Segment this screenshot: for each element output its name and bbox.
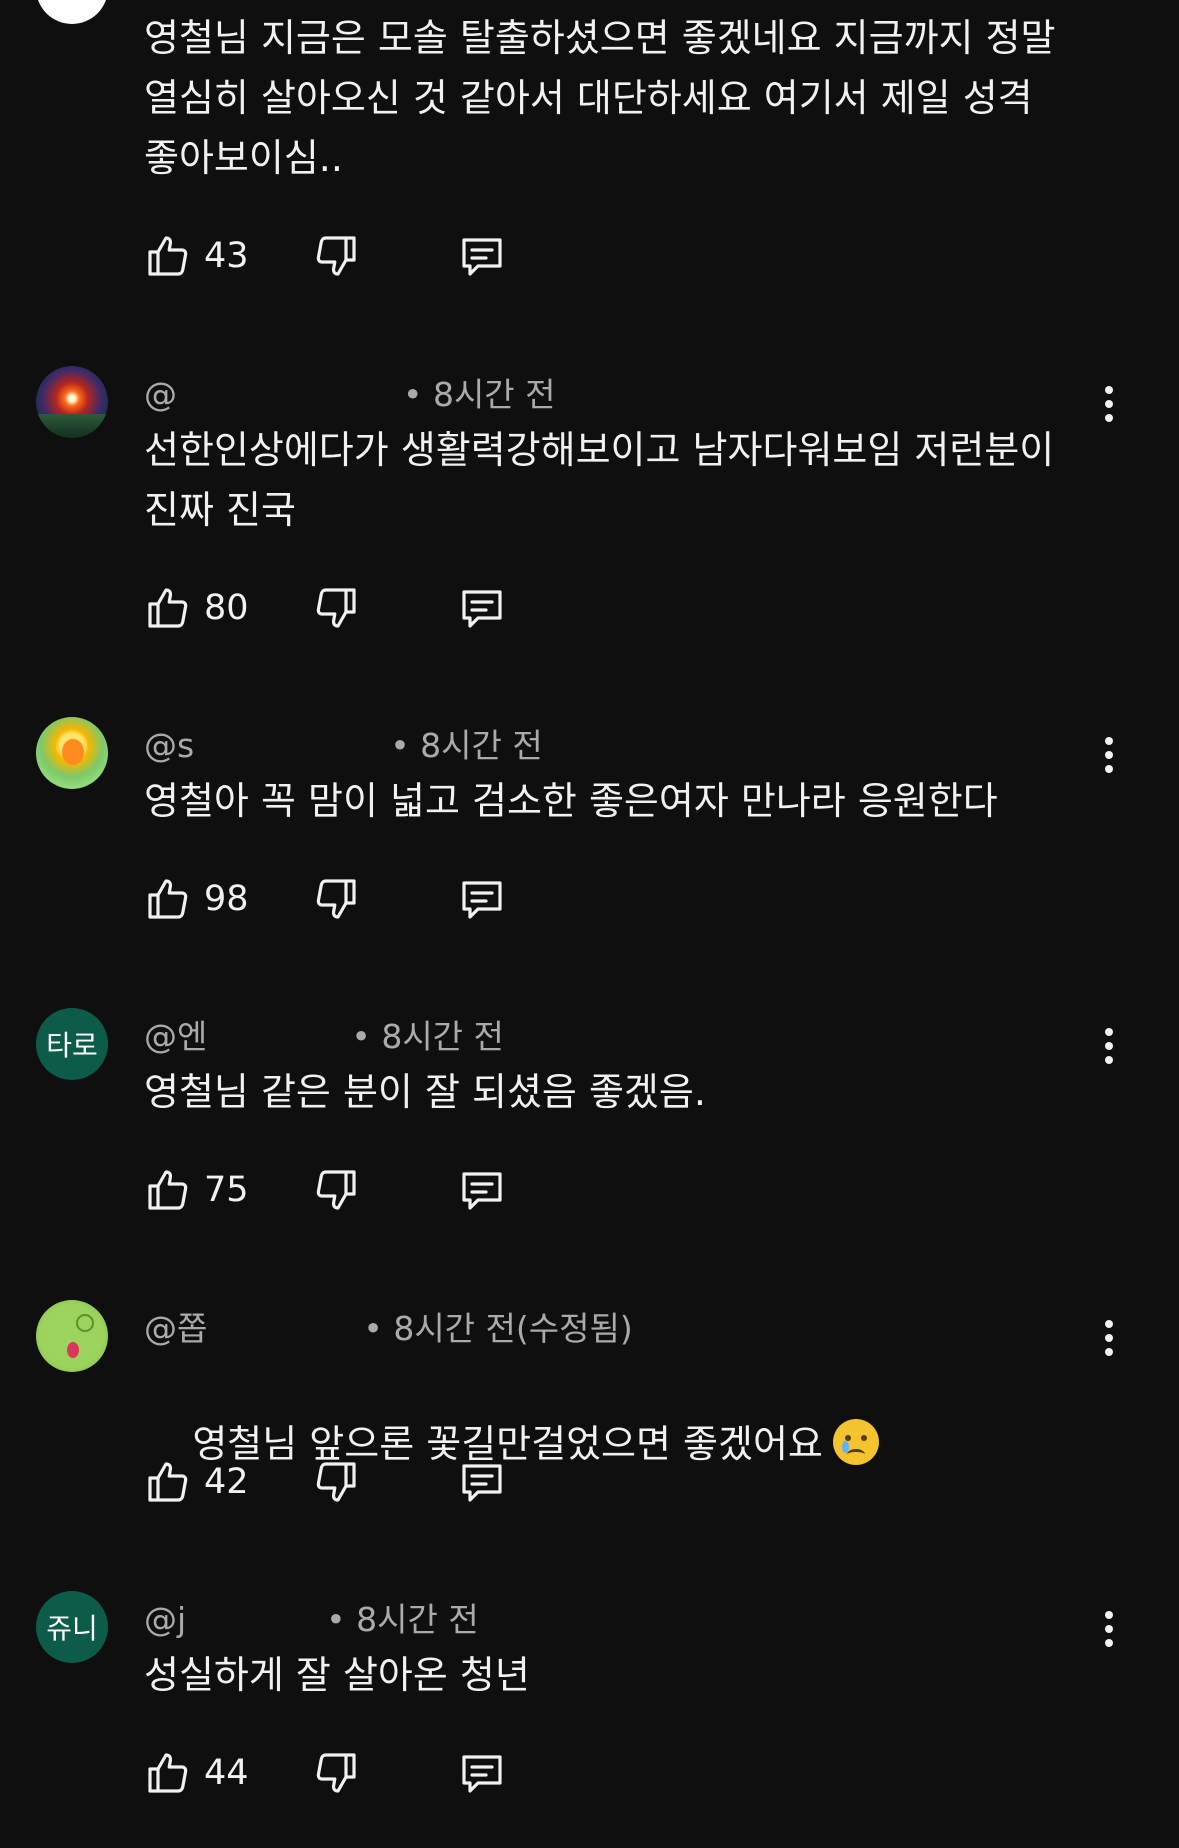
thumbs-up-icon (148, 1753, 188, 1793)
thumbs-down-icon (316, 588, 356, 628)
thumbs-up-icon (148, 588, 188, 628)
like-count: 75 (204, 1170, 249, 1210)
dislike-button[interactable] (312, 1454, 360, 1510)
comment-text: 영철님 지금은 모솔 탈출하셨으면 좋겠네요 지금까지 정말 열심히 살아오신 … (144, 16, 1056, 180)
like-button[interactable]: 43 (144, 228, 249, 284)
comment-text: 영철아 꼭 맘이 넓고 검소한 좋은여자 만나라 응원한다 (144, 779, 998, 823)
thumbs-down-icon (316, 1170, 356, 1210)
comment-actions: 75 (144, 1162, 544, 1218)
more-button[interactable] (1099, 1318, 1119, 1358)
more-vert-icon (1105, 1028, 1113, 1064)
reply-button[interactable] (458, 228, 506, 284)
dislike-button[interactable] (312, 580, 360, 636)
reply-icon (462, 1755, 502, 1793)
more-button[interactable] (1099, 1609, 1119, 1649)
dislike-button[interactable] (312, 871, 360, 927)
reply-button[interactable] (458, 871, 506, 927)
like-button[interactable]: 75 (144, 1162, 249, 1218)
comment-handle[interactable]: @ (144, 375, 177, 414)
comment-actions: 98 (144, 871, 544, 927)
more-button[interactable] (1099, 384, 1119, 424)
thumbs-up-icon (148, 879, 188, 919)
avatar[interactable] (36, 717, 108, 789)
comment-text: 선한인상에다가 생활력강해보이고 남자다워보임 저런분이 진짜 진국 (144, 428, 1055, 532)
like-button[interactable]: 44 (144, 1745, 249, 1801)
comment-time: • 8시간 전 (326, 1600, 479, 1639)
avatar[interactable]: 쥬니 (36, 1591, 108, 1663)
comment-meta: @s • 8시간 전 (144, 719, 543, 767)
comment-time: • 8시간 전 (390, 726, 543, 765)
more-vert-icon (1105, 1320, 1113, 1356)
like-button[interactable]: 42 (144, 1454, 249, 1510)
comment-meta: @쫍 • 8시간 전(수정됨) (144, 1302, 633, 1350)
avatar[interactable] (36, 366, 108, 438)
reply-icon (462, 1464, 502, 1502)
comment-actions: 43 (144, 228, 544, 284)
more-vert-icon (1105, 737, 1113, 773)
reply-button[interactable] (458, 580, 506, 636)
comment-time: • 8시간 전(수정됨) (363, 1309, 633, 1348)
reply-button[interactable] (458, 1454, 506, 1510)
comment-text: 성실하게 잘 살아온 청년 (144, 1653, 530, 1697)
avatar[interactable]: 타로 (36, 1008, 108, 1080)
dislike-button[interactable] (312, 228, 360, 284)
thumbs-down-icon (316, 1462, 356, 1502)
more-vert-icon (1105, 386, 1113, 422)
avatar[interactable] (36, 1300, 108, 1372)
comment-actions: 80 (144, 580, 544, 636)
like-count: 44 (204, 1753, 249, 1793)
crying-face-emoji (832, 1419, 879, 1465)
thumbs-down-icon (316, 879, 356, 919)
dislike-button[interactable] (312, 1162, 360, 1218)
comment-handle[interactable]: @j (144, 1600, 186, 1639)
reply-icon (462, 590, 502, 628)
reply-icon (462, 1172, 502, 1210)
reply-button[interactable] (458, 1162, 506, 1218)
comment-actions: 44 (144, 1745, 544, 1801)
comment-actions: 42 (144, 1454, 544, 1510)
comment-time: • 8시간 전 (351, 1017, 504, 1056)
comment-handle[interactable]: @엔 (144, 1017, 207, 1056)
comment-meta: @j • 8시간 전 (144, 1593, 479, 1641)
more-vert-icon (1105, 1611, 1113, 1647)
thumbs-down-icon (316, 1753, 356, 1793)
like-count: 43 (204, 236, 249, 276)
comment-time: • 8시간 전 (403, 375, 556, 414)
thumbs-up-icon (148, 236, 188, 276)
thumbs-down-icon (316, 236, 356, 276)
dislike-button[interactable] (312, 1745, 360, 1801)
comment-meta: @ • 8시간 전 (144, 368, 556, 416)
reply-icon (462, 238, 502, 276)
thumbs-up-icon (148, 1462, 188, 1502)
reply-button[interactable] (458, 1745, 506, 1801)
like-count: 42 (204, 1462, 249, 1502)
reply-icon (462, 881, 502, 919)
more-button[interactable] (1099, 735, 1119, 775)
comment-handle[interactable]: @s (144, 726, 194, 765)
avatar[interactable] (36, 0, 108, 24)
like-count: 80 (204, 588, 249, 628)
like-count: 98 (204, 879, 249, 919)
comment-text: 영철님 같은 분이 잘 되셨음 좋겠음. (144, 1070, 706, 1114)
comment-meta: @엔 • 8시간 전 (144, 1010, 504, 1058)
comment-handle[interactable]: @쫍 (144, 1309, 207, 1348)
like-button[interactable]: 98 (144, 871, 249, 927)
more-button[interactable] (1099, 1026, 1119, 1066)
thumbs-up-icon (148, 1170, 188, 1210)
like-button[interactable]: 80 (144, 580, 249, 636)
